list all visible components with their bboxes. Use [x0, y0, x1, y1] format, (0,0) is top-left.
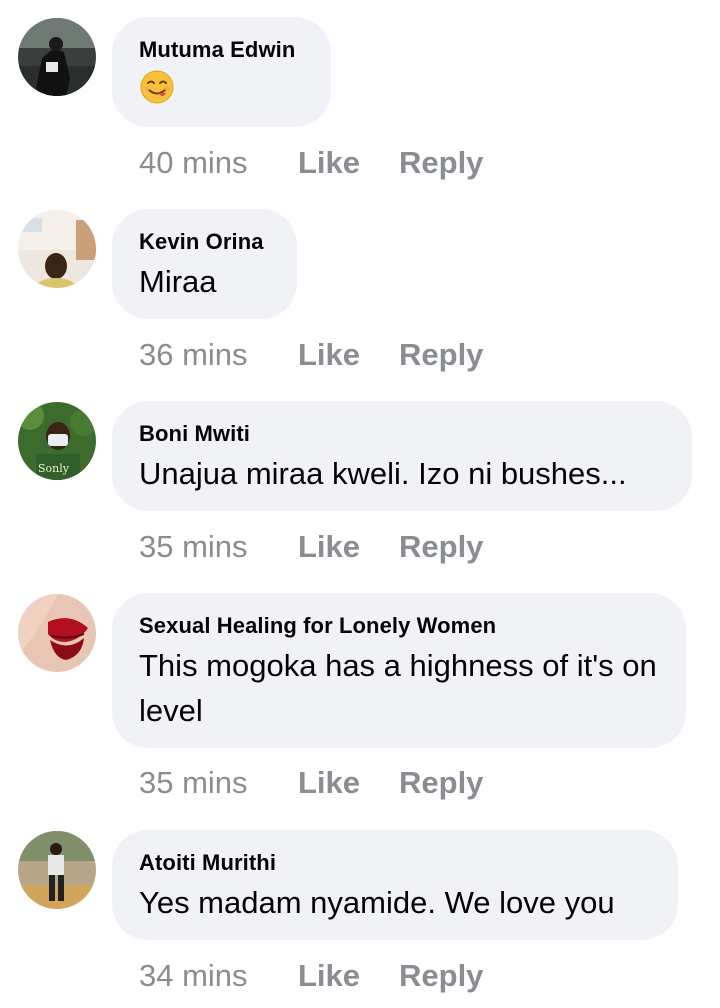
profile-photo: Sonly	[18, 402, 96, 480]
comment-timestamp[interactable]: 34 mins	[139, 958, 298, 994]
profile-photo	[18, 210, 96, 288]
comment-meta: 36 mins Like Reply	[139, 337, 483, 373]
like-button[interactable]: Like	[298, 337, 399, 373]
like-button[interactable]: Like	[298, 145, 399, 181]
comment-bubble: Kevin Orina Miraa	[112, 209, 297, 319]
comment-meta: 34 mins Like Reply	[139, 958, 483, 994]
like-button[interactable]: Like	[298, 529, 399, 565]
comment-text: Yes madam nyamide. We love you	[139, 885, 615, 920]
comment-bubble: Atoiti Murithi Yes madam nyamide. We lov…	[112, 830, 678, 940]
comment-author[interactable]: Boni Mwiti	[139, 421, 664, 447]
svg-text:Sonly: Sonly	[38, 462, 70, 475]
comment-author[interactable]: Mutuma Edwin	[139, 37, 303, 63]
profile-photo	[18, 831, 96, 909]
comment: Sexual Healing for Lonely Women This mog…	[0, 593, 720, 803]
comment: Sonly Boni Mwiti Unajua miraa kweli. Izo…	[0, 401, 720, 576]
comment: Atoiti Murithi Yes madam nyamide. We lov…	[0, 830, 720, 1005]
comment: Mutuma Edwin 40 mins Like Reply	[0, 17, 720, 192]
comment-bubble: Mutuma Edwin	[112, 17, 331, 127]
comment-timestamp[interactable]: 35 mins	[139, 765, 298, 801]
avatar[interactable]	[18, 210, 96, 288]
reply-button[interactable]: Reply	[399, 337, 483, 372]
like-button[interactable]: Like	[298, 765, 399, 801]
like-button[interactable]: Like	[298, 958, 399, 994]
reply-button[interactable]: Reply	[399, 765, 483, 800]
profile-photo	[18, 18, 96, 96]
tongue-wink-emoji-icon	[139, 69, 175, 105]
comment-meta: 40 mins Like Reply	[139, 145, 483, 181]
comment-bubble: Boni Mwiti Unajua miraa kweli. Izo ni bu…	[112, 401, 692, 511]
profile-photo	[18, 594, 96, 672]
comment-text: This mogoka has a highness of it's on le…	[139, 648, 657, 728]
comment-author[interactable]: Sexual Healing for Lonely Women	[139, 613, 658, 639]
comment-meta: 35 mins Like Reply	[139, 529, 483, 565]
comment-timestamp[interactable]: 36 mins	[139, 337, 298, 373]
comment-author[interactable]: Kevin Orina	[139, 229, 269, 255]
avatar[interactable]	[18, 594, 96, 672]
comment: Kevin Orina Miraa 36 mins Like Reply	[0, 209, 720, 384]
comment-text: Unajua miraa kweli. Izo ni bushes...	[139, 456, 627, 491]
avatar[interactable]	[18, 18, 96, 96]
reply-button[interactable]: Reply	[399, 958, 483, 993]
comment-bubble: Sexual Healing for Lonely Women This mog…	[112, 593, 686, 748]
comment-text: Miraa	[139, 264, 217, 299]
comment-author[interactable]: Atoiti Murithi	[139, 850, 650, 876]
comment-timestamp[interactable]: 35 mins	[139, 529, 298, 565]
reply-button[interactable]: Reply	[399, 145, 483, 180]
reply-button[interactable]: Reply	[399, 529, 483, 564]
avatar[interactable]	[18, 831, 96, 909]
comment-meta: 35 mins Like Reply	[139, 765, 483, 801]
avatar[interactable]: Sonly	[18, 402, 96, 480]
comment-timestamp[interactable]: 40 mins	[139, 145, 298, 181]
